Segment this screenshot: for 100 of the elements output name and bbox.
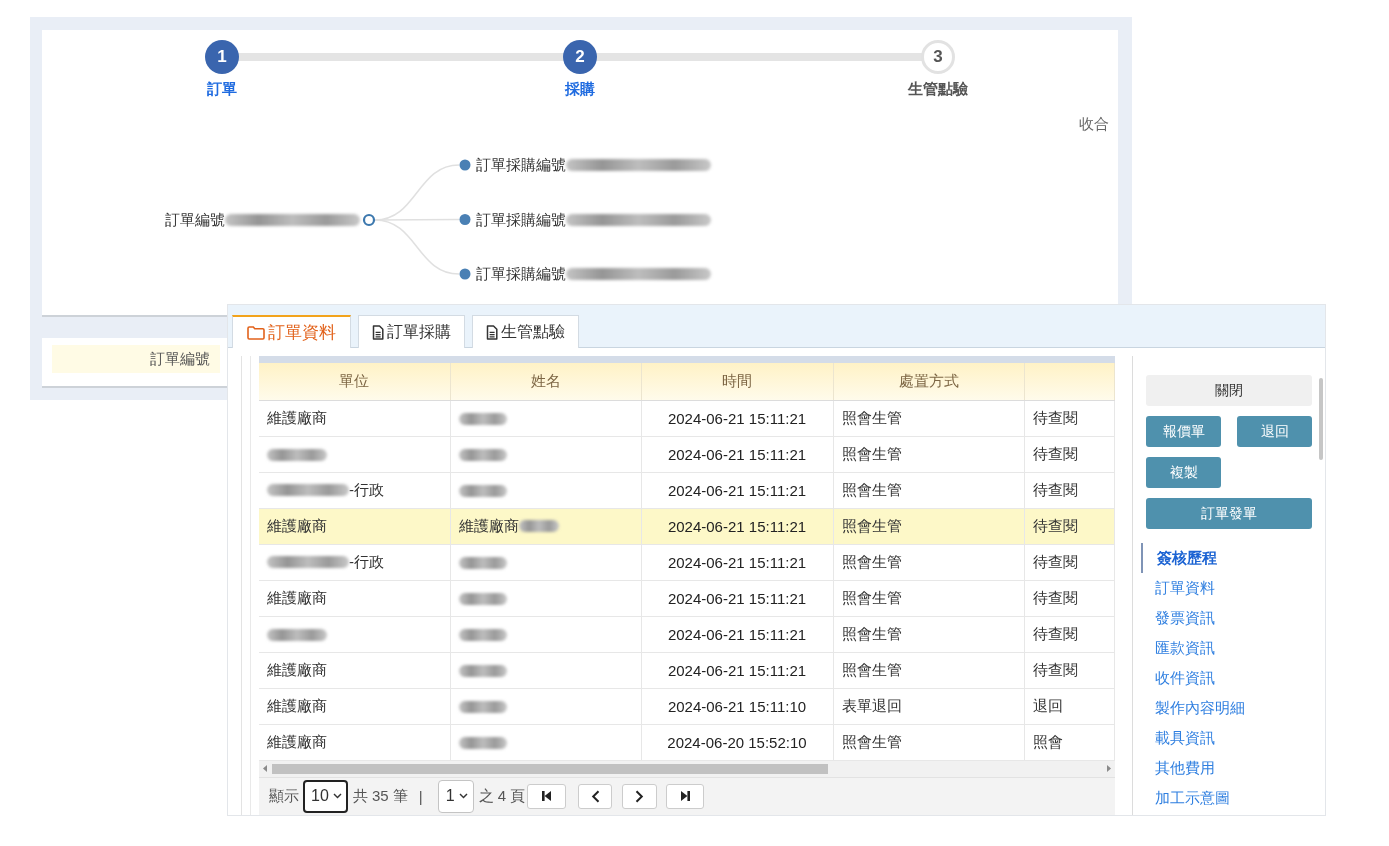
section-link[interactable]: 加工示意圖 <box>1141 783 1232 813</box>
action-button[interactable]: 報價單 <box>1146 416 1221 447</box>
chevron-down-icon <box>458 793 468 800</box>
chevron-down-icon <box>332 793 342 800</box>
table-cell: 2024-06-21 15:11:10 <box>641 688 833 724</box>
tab[interactable]: 生管點驗 <box>472 315 579 348</box>
scrollbar-thumb[interactable] <box>272 763 828 774</box>
table-cell: 照會生管 <box>833 544 1024 580</box>
scroll-left-icon[interactable] <box>263 765 267 772</box>
table-cell: -行政 <box>349 480 384 498</box>
table-row[interactable]: 2024-06-21 15:11:21 照會生管 待查閱 <box>259 616 1114 652</box>
table-cell: 待查閱 <box>1024 400 1114 436</box>
table-row[interactable]: 維護廠商 2024-06-21 15:11:21 照會生管 待查閱 <box>259 400 1114 436</box>
table-row[interactable]: 2024-06-21 15:11:21 照會生管 待查閱 <box>259 436 1114 472</box>
node-label: 訂單採購編號 <box>476 209 566 230</box>
table-cell: 待查閱 <box>1024 616 1114 652</box>
node-dot-icon[interactable] <box>459 159 471 171</box>
action-button[interactable]: 退回 <box>1237 416 1312 447</box>
table-cell: 照會生管 <box>833 400 1024 436</box>
page-count: 之 4 頁 <box>478 786 526 806</box>
table-cell: 2024-06-21 15:11:21 <box>641 544 833 580</box>
table-cell: 維護廠商 <box>259 400 450 436</box>
node-label: 訂單採購編號 <box>476 264 566 284</box>
action-button[interactable]: 訂單發單 <box>1146 498 1312 529</box>
table-cell: 維護廠商 <box>458 516 519 534</box>
step-label: 生管點驗 <box>908 79 968 99</box>
table-cell: 2024-06-21 15:11:21 <box>641 472 833 508</box>
table-cell: 退回 <box>1024 688 1114 724</box>
table-cell: 維護廠商 <box>259 688 450 724</box>
table-cell: 維護廠商 <box>259 508 450 544</box>
document-icon <box>372 324 384 340</box>
table-cell: 2024-06-21 15:11:21 <box>641 436 833 472</box>
tab[interactable]: 訂單資料 <box>232 315 351 348</box>
section-link[interactable]: 收件資訊 <box>1141 663 1217 693</box>
table-cell: 照會生管 <box>833 472 1024 508</box>
section-link[interactable]: 訂單資料 <box>1141 573 1217 603</box>
field-label: 訂單編號 <box>52 345 220 373</box>
next-icon <box>635 789 645 803</box>
first-page-icon <box>541 790 553 803</box>
page-select[interactable]: 1 <box>437 779 474 813</box>
node-label: 訂單編號 <box>165 210 225 230</box>
section-link[interactable]: 製作內容明細 <box>1141 693 1247 723</box>
folder-icon <box>247 325 265 340</box>
table-cell: 照會生管 <box>833 508 1024 544</box>
action-button[interactable]: 關閉 <box>1146 375 1312 406</box>
action-button[interactable]: 複製 <box>1146 457 1221 488</box>
page-size-label: 顯示 <box>269 786 299 806</box>
scroll-right-icon[interactable] <box>1106 765 1111 772</box>
last-page-button[interactable] <box>666 783 705 809</box>
column-header[interactable]: 單位 <box>259 363 450 400</box>
table-cell: 照會 <box>1024 724 1114 760</box>
table-row[interactable]: 維護廠商 2024-06-21 15:11:21 照會生管 待查閱 <box>259 652 1114 688</box>
table-cell: 2024-06-21 15:11:21 <box>641 580 833 616</box>
section-link[interactable]: 載具資訊 <box>1141 723 1217 753</box>
table-row[interactable]: -行政 2024-06-21 15:11:21 照會生管 待查閱 <box>259 472 1114 508</box>
table-cell: 維護廠商 <box>259 652 450 688</box>
last-page-icon <box>679 790 691 803</box>
table-cell: 2024-06-21 15:11:21 <box>641 508 833 544</box>
step-label: 採購 <box>565 79 595 99</box>
table-cell: 待查閱 <box>1024 436 1114 472</box>
node-dot-icon[interactable] <box>459 268 471 280</box>
column-header[interactable]: 處置方式 <box>833 363 1024 400</box>
table-cell: 照會生管 <box>833 652 1024 688</box>
table-row[interactable]: 維護廠商 2024-06-21 15:11:10 表單退回 退回 <box>259 688 1114 724</box>
step-marker: 1 <box>205 40 239 74</box>
table-cell: 2024-06-20 15:52:10 <box>641 724 833 760</box>
step-marker: 3 <box>921 40 955 74</box>
scrollbar-thumb[interactable] <box>1318 378 1323 460</box>
table-cell: -行政 <box>349 552 384 570</box>
table-cell: 維護廠商 <box>259 580 450 616</box>
table-row[interactable]: 維護廠商 2024-06-21 15:11:21 照會生管 待查閱 <box>259 580 1114 616</box>
first-page-button[interactable] <box>527 783 567 809</box>
table-row[interactable]: 維護廠商 維護廠商 2024-06-21 15:11:21 照會生管 待查閱 <box>259 508 1114 544</box>
table-cell: 維護廠商 <box>259 724 450 760</box>
root-node-icon[interactable] <box>362 213 376 227</box>
previous-page-button[interactable] <box>578 783 613 809</box>
table-cell: 照會生管 <box>833 724 1024 760</box>
node-dot-icon[interactable] <box>459 214 471 225</box>
table-cell: 待查閱 <box>1024 472 1114 508</box>
table-cell: 2024-06-21 15:11:21 <box>641 400 833 436</box>
table-cell: 表單退回 <box>833 688 1024 724</box>
table-cell: 待查閱 <box>1024 580 1114 616</box>
section-link[interactable]: 簽核歷程 <box>1141 543 1219 573</box>
table-cell: 待查閱 <box>1024 544 1114 580</box>
table-row[interactable]: -行政 2024-06-21 15:11:21 照會生管 待查閱 <box>259 544 1114 580</box>
table-cell: 待查閱 <box>1024 652 1114 688</box>
next-page-button[interactable] <box>622 783 658 809</box>
column-header[interactable]: 姓名 <box>450 363 641 400</box>
tab[interactable]: 訂單採購 <box>358 315 465 348</box>
table-cell: 待查閱 <box>1024 508 1114 544</box>
table-row[interactable]: 維護廠商 2024-06-20 15:52:10 照會生管 照會 <box>259 724 1114 760</box>
table-cell: 照會生管 <box>833 616 1024 652</box>
page-size-select[interactable]: 10 <box>303 779 348 813</box>
step-label: 訂單 <box>207 79 237 99</box>
column-header[interactable]: 時間 <box>641 363 833 400</box>
document-icon <box>486 324 498 340</box>
collapse-link[interactable]: 收合 <box>1079 114 1109 134</box>
section-link[interactable]: 匯款資訊 <box>1141 633 1217 663</box>
section-link[interactable]: 其他費用 <box>1141 753 1217 783</box>
section-link[interactable]: 發票資訊 <box>1141 603 1217 633</box>
